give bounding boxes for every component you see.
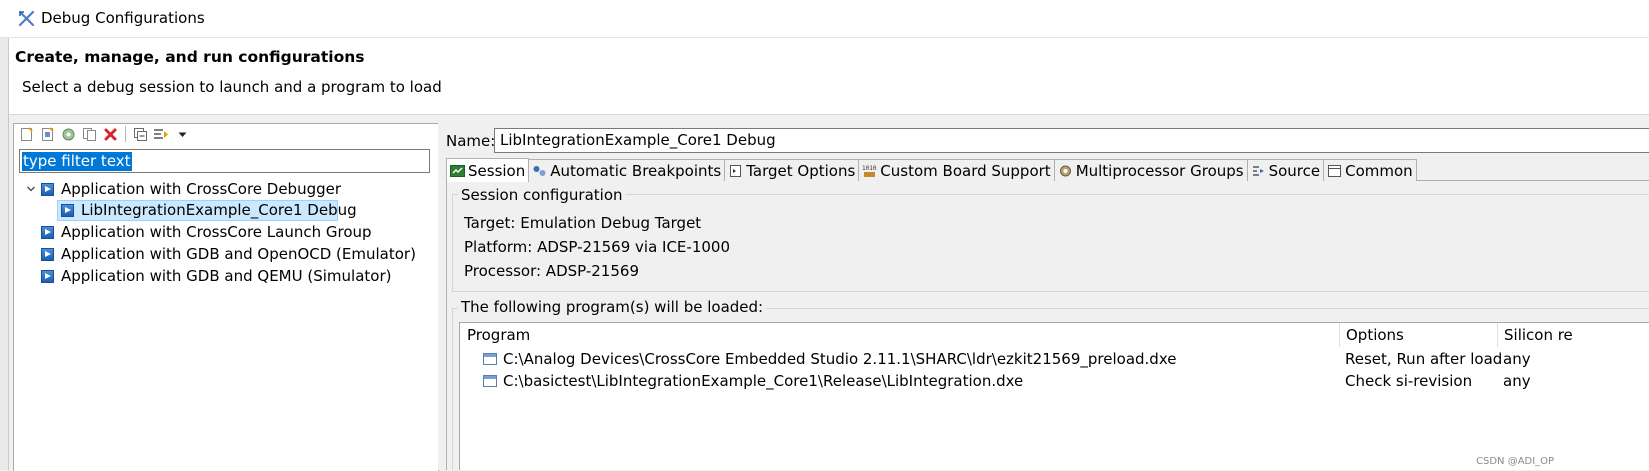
source-icon: [1251, 163, 1266, 178]
tab-common[interactable]: Common: [1324, 159, 1417, 181]
column-header-options[interactable]: Options: [1339, 323, 1497, 347]
tab-source[interactable]: Source: [1247, 159, 1325, 181]
window-left-edge: [0, 0, 9, 470]
multiprocessor-icon: [1058, 163, 1073, 178]
binary-board-icon: 1010: [862, 163, 877, 178]
launch-config-icon: [61, 203, 74, 217]
tab-session[interactable]: Session: [446, 158, 530, 182]
tree-item-label: Application with CrossCore Launch Group: [61, 223, 372, 241]
tree-toolbar: [13, 123, 437, 145]
program-silicon-revision[interactable]: any: [1503, 370, 1531, 392]
config-tabs: Session Automatic Breakpoints Target Opt…: [446, 158, 1417, 182]
tree-item-gdb-openocd[interactable]: Application with GDB and OpenOCD (Emulat…: [41, 243, 416, 265]
tree-item-gdb-qemu[interactable]: Application with GDB and QEMU (Simulator…: [41, 265, 391, 287]
tree-item-label: Application with CrossCore Debugger: [61, 180, 342, 198]
header-title: Create, manage, and run configurations: [15, 48, 365, 66]
duplicate-icon[interactable]: [81, 126, 98, 143]
tree-item-label: LibIntegrationExample_Core1 Debug: [81, 201, 357, 219]
filter-icon[interactable]: [153, 126, 170, 143]
dropdown-arrow-icon[interactable]: [174, 126, 191, 143]
delete-icon[interactable]: [102, 126, 119, 143]
session-icon: [450, 163, 465, 178]
program-file-icon: [483, 375, 497, 387]
name-label: Name:: [446, 132, 496, 150]
name-input[interactable]: LibIntegrationExample_Core1 Debug: [494, 128, 1649, 153]
pane-splitter[interactable]: [438, 123, 443, 470]
program-silicon-revision[interactable]: any: [1503, 348, 1531, 370]
configuration-tree-pane: [13, 123, 439, 471]
window-title: Debug Configurations: [41, 9, 205, 27]
tree-item-label: Application with GDB and OpenOCD (Emulat…: [61, 245, 416, 263]
chevron-down-icon[interactable]: [24, 184, 38, 194]
breakpoints-icon: [532, 163, 547, 178]
program-file-icon: [483, 353, 497, 365]
watermark-text: CSDN @ADI_OP: [1476, 456, 1555, 467]
target-options-icon: [728, 163, 743, 178]
tab-automatic-breakpoints[interactable]: Automatic Breakpoints: [529, 159, 726, 181]
debug-configurations-icon: [17, 9, 36, 28]
launch-type-icon: [41, 225, 54, 239]
program-options[interactable]: Check si-revision: [1345, 370, 1472, 392]
tree-item-libintegration-debug[interactable]: LibIntegrationExample_Core1 Debug: [61, 199, 357, 221]
program-path[interactable]: C:\basictest\LibIntegrationExample_Core1…: [503, 370, 1023, 392]
column-header-program[interactable]: Program: [460, 323, 1339, 347]
session-configuration-title: Session configuration: [458, 186, 626, 204]
processor-text: Processor: ADSP-21569: [464, 262, 639, 280]
tab-label: Multiprocessor Groups: [1075, 161, 1244, 180]
export-icon[interactable]: [60, 126, 77, 143]
toolbar-separator: [125, 126, 126, 142]
column-header-silicon-revision[interactable]: Silicon re: [1497, 323, 1649, 347]
svg-text:1010: 1010: [862, 165, 877, 172]
launch-type-icon: [41, 182, 54, 196]
tab-label: Session: [468, 161, 526, 180]
launch-type-icon: [41, 247, 54, 261]
common-icon: [1327, 163, 1342, 178]
tree-item-crosscore-launch-group[interactable]: Application with CrossCore Launch Group: [41, 221, 372, 243]
tab-label: Target Options: [746, 161, 856, 180]
new-prototype-icon[interactable]: [39, 126, 56, 143]
program-options[interactable]: Reset, Run after load: [1345, 348, 1502, 370]
title-bar: [0, 0, 1649, 38]
tab-label: Source: [1268, 161, 1321, 180]
new-config-icon[interactable]: [18, 126, 35, 143]
tab-label: Custom Board Support: [880, 161, 1051, 180]
programs-group-title: The following program(s) will be loaded:: [458, 298, 767, 316]
launch-type-icon: [41, 269, 54, 283]
tree-item-crosscore-debugger[interactable]: Application with CrossCore Debugger: [24, 178, 341, 200]
tab-target-options[interactable]: Target Options: [725, 159, 860, 181]
tab-label: Automatic Breakpoints: [550, 161, 722, 180]
header-subtitle: Select a debug session to launch and a p…: [22, 78, 442, 96]
target-text: Target: Emulation Debug Target: [464, 214, 702, 232]
filter-input-text: type filter text: [22, 152, 132, 171]
tab-custom-board-support[interactable]: 1010 Custom Board Support: [859, 159, 1055, 181]
program-path[interactable]: C:\Analog Devices\CrossCore Embedded Stu…: [503, 348, 1176, 370]
tab-label: Common: [1345, 161, 1413, 180]
collapse-all-icon[interactable]: [132, 126, 149, 143]
platform-text: Platform: ADSP-21569 via ICE-1000: [464, 238, 730, 256]
tab-multiprocessor-groups[interactable]: Multiprocessor Groups: [1054, 159, 1248, 181]
tree-item-label: Application with GDB and QEMU (Simulator…: [61, 267, 392, 285]
